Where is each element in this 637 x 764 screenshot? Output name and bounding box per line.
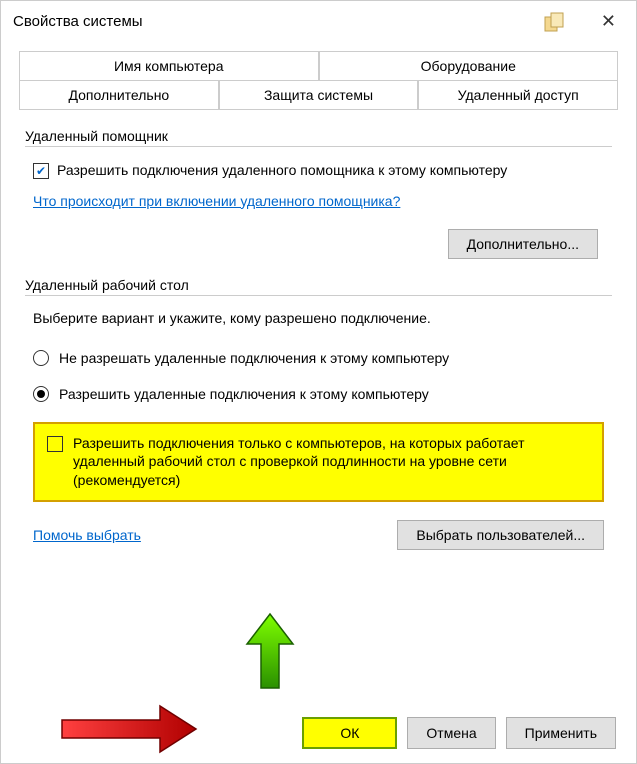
- divider: [25, 146, 612, 147]
- remote-desktop-group: Удаленный рабочий стол Выберите вариант …: [25, 277, 612, 551]
- cancel-button[interactable]: Отмена: [407, 717, 495, 749]
- remote-desktop-footer: Помочь выбрать Выбрать пользователей...: [33, 520, 604, 550]
- help-choose-link[interactable]: Помочь выбрать: [33, 527, 141, 543]
- titlebar-controls: ✕: [543, 11, 624, 32]
- radio-allow-row: Разрешить удаленные подключения к этому …: [33, 386, 604, 402]
- tabs: Имя компьютера Оборудование Дополнительн…: [1, 41, 636, 110]
- dialog-button-bar: ОК Отмена Применить: [1, 703, 636, 763]
- remote-desktop-description: Выберите вариант и укажите, кому разреше…: [33, 310, 604, 326]
- system-properties-window: Свойства системы ✕ Имя компьютера Оборуд…: [0, 0, 637, 764]
- close-button[interactable]: ✕: [593, 11, 624, 32]
- apply-button[interactable]: Применить: [506, 717, 616, 749]
- select-users-button[interactable]: Выбрать пользователей...: [397, 520, 604, 550]
- tab-computer-name[interactable]: Имя компьютера: [19, 51, 319, 80]
- allow-remote-assistant-row: ✔ Разрешить подключения удаленного помощ…: [33, 161, 604, 181]
- ok-button[interactable]: ОК: [302, 717, 397, 749]
- tab-system-protection[interactable]: Защита системы: [219, 80, 419, 109]
- radio-allow-connections[interactable]: [33, 386, 49, 402]
- tab-hardware[interactable]: Оборудование: [319, 51, 619, 80]
- tab-content: Удаленный помощник ✔ Разрешить подключен…: [1, 110, 636, 703]
- nla-checkbox-label: Разрешить подключения только с компьютер…: [73, 434, 590, 491]
- radio-deny-connections[interactable]: [33, 350, 49, 366]
- nla-checkbox[interactable]: [47, 436, 63, 452]
- window-title: Свойства системы: [13, 13, 143, 30]
- radio-deny-row: Не разрешать удаленные подключения к это…: [33, 350, 604, 366]
- tabs-row-1: Имя компьютера Оборудование: [19, 51, 618, 80]
- tabs-row-2: Дополнительно Защита системы Удаленный д…: [19, 80, 618, 110]
- nla-highlighted-box: Разрешить подключения только с компьютер…: [33, 422, 604, 503]
- tab-advanced[interactable]: Дополнительно: [19, 80, 219, 109]
- remote-assistant-help-link[interactable]: Что происходит при включении удаленного …: [33, 193, 400, 209]
- system-icon: [543, 11, 563, 31]
- remote-desktop-title: Удаленный рабочий стол: [25, 277, 612, 293]
- allow-remote-assistant-label: Разрешить подключения удаленного помощни…: [57, 161, 507, 181]
- allow-remote-assistant-checkbox[interactable]: ✔: [33, 163, 49, 179]
- remote-assistant-group: Удаленный помощник ✔ Разрешить подключен…: [25, 128, 612, 259]
- tab-remote-access[interactable]: Удаленный доступ: [418, 80, 618, 109]
- remote-assistant-advanced-button[interactable]: Дополнительно...: [448, 229, 598, 259]
- radio-deny-label: Не разрешать удаленные подключения к это…: [59, 350, 449, 366]
- divider: [25, 295, 612, 296]
- titlebar: Свойства системы ✕: [1, 1, 636, 41]
- radio-allow-label: Разрешить удаленные подключения к этому …: [59, 386, 429, 402]
- remote-assistant-title: Удаленный помощник: [25, 128, 612, 144]
